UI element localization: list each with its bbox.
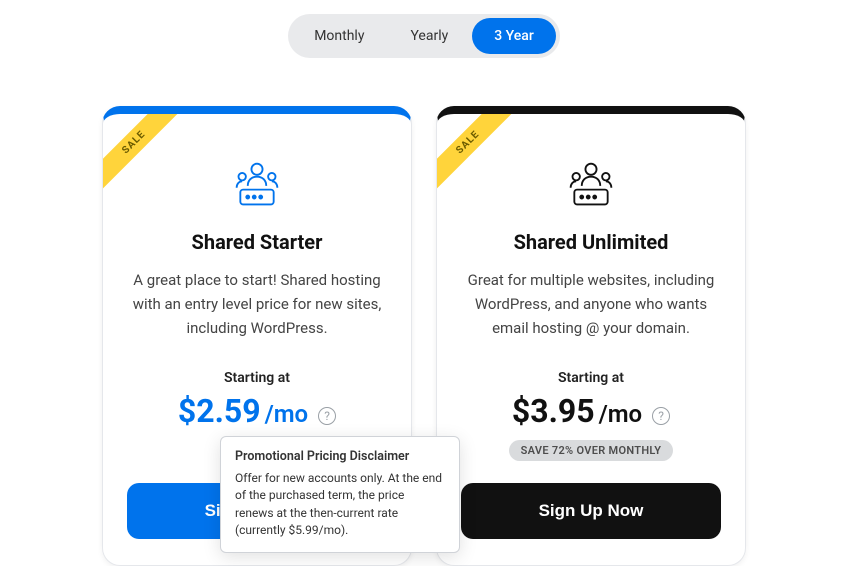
plan-description: Great for multiple websites, including W… (461, 268, 721, 340)
plan-price: $2.59 (178, 392, 261, 430)
info-icon[interactable]: ? (318, 407, 336, 425)
info-icon[interactable]: ? (652, 407, 670, 425)
plan-title: Shared Unlimited (461, 230, 721, 254)
plan-price-row: $2.59 /mo ? (127, 392, 387, 430)
signup-button-unlimited[interactable]: Sign Up Now (461, 483, 721, 539)
plan-price-period: /mo (265, 400, 309, 428)
plan-starting-at-label: Starting at (127, 370, 387, 386)
plan-price: $3.95 (512, 392, 595, 430)
plan-price-row: $3.95 /mo ? (461, 392, 721, 430)
billing-toggle-yearly[interactable]: Yearly (388, 18, 470, 54)
billing-toggle-group: Monthly Yearly 3 Year (288, 14, 560, 58)
billing-toggle-monthly[interactable]: Monthly (292, 18, 386, 54)
plan-price-period: /mo (599, 400, 643, 428)
tooltip-title: Promotional Pricing Disclaimer (235, 449, 445, 464)
plan-card-unlimited: SALE Shared Unlimited Great for multiple (436, 106, 746, 566)
save-badge: SAVE 72% OVER MONTHLY (509, 440, 674, 461)
plan-icon-unlimited (461, 160, 721, 214)
pricing-disclaimer-tooltip: Promotional Pricing Disclaimer Offer for… (220, 436, 460, 553)
plan-starting-at-label: Starting at (461, 370, 721, 386)
billing-toggle-3year[interactable]: 3 Year (472, 18, 556, 54)
tooltip-body: Offer for new accounts only. At the end … (235, 470, 445, 540)
plan-title: Shared Starter (127, 230, 387, 254)
billing-toggle: Monthly Yearly 3 Year (0, 0, 848, 58)
plan-icon-starter (127, 160, 387, 214)
plan-description: A great place to start! Shared hosting w… (127, 268, 387, 340)
